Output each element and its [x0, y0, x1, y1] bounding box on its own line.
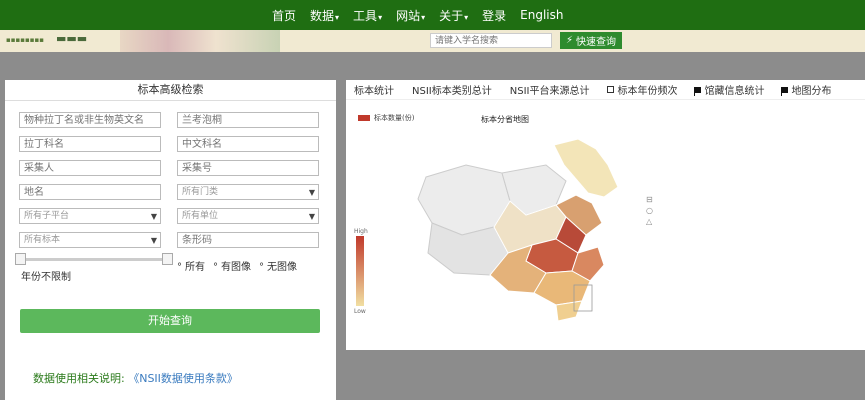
visual-map-scale[interactable]: High Low	[354, 228, 368, 315]
species-name-input[interactable]	[19, 112, 161, 128]
banner-image	[120, 30, 280, 52]
unit-select[interactable]: 所有单位	[177, 208, 319, 224]
tab-collection-stats[interactable]: 馆藏信息统计	[694, 82, 765, 97]
legend-label: 标本数量(份)	[374, 114, 415, 122]
stats-tabs: 标本统计 NSII标本类别总计 NSII平台来源总计 标本年份频次 馆藏信息统计…	[346, 80, 865, 100]
restore-icon[interactable]: ⊟	[646, 194, 653, 205]
sub-platform-select[interactable]: 所有子平台	[19, 208, 161, 224]
download-icon[interactable]: △	[646, 216, 653, 227]
collection-number-input[interactable]	[177, 160, 319, 176]
radio-has-image[interactable]: 有图像	[213, 258, 251, 273]
reference-input[interactable]	[177, 112, 319, 128]
advanced-search-panel: 标本高级检索 所有门类 所有子平台 所有单位 所有标本 年份不限制 所有 有图像…	[5, 80, 336, 400]
scale-low-label: Low	[354, 308, 366, 315]
province-region	[553, 138, 619, 198]
statistics-panel: 标本统计 NSII标本类别总计 NSII平台来源总计 标本年份频次 馆藏信息统计…	[346, 80, 865, 350]
tab-category-total[interactable]: NSII标本类别总计	[412, 82, 492, 97]
start-search-button[interactable]: 开始查询	[20, 309, 320, 333]
slider-max-handle[interactable]	[162, 253, 173, 265]
data-usage-note: 数据使用相关说明: 《NSII数据使用条款》	[33, 370, 238, 386]
image-filter-radios: 所有 有图像 无图像	[177, 258, 297, 273]
tab-specimen-stats[interactable]: 标本统计	[354, 82, 394, 97]
site-brand-icon: ▬▬▬	[56, 32, 88, 45]
map-toolbox: ⊟ ○ △	[646, 194, 653, 227]
scale-high-label: High	[354, 228, 368, 235]
tab-year-frequency[interactable]: 标本年份频次	[607, 82, 677, 97]
top-nav: 首页 数据 工具 网站 关于 登录 English	[0, 0, 865, 30]
map-title: 标本分省地图	[481, 115, 529, 124]
department-select[interactable]: 所有门类	[177, 184, 319, 200]
flag-icon	[781, 86, 789, 96]
nav-english[interactable]: English	[520, 8, 563, 22]
tab-label: 标本统计	[354, 86, 394, 97]
scale-gradient	[356, 236, 364, 306]
place-input[interactable]	[19, 184, 161, 200]
chinese-family-input[interactable]	[177, 136, 319, 152]
tab-label: NSII平台来源总计	[509, 86, 590, 97]
tab-platform-total[interactable]: NSII平台来源总计	[510, 82, 590, 97]
tab-label: NSII标本类别总计	[412, 86, 492, 97]
year-range-slider[interactable]	[15, 253, 173, 265]
quick-search-input[interactable]	[430, 33, 552, 48]
barcode-input[interactable]	[177, 232, 319, 248]
radio-no-image[interactable]: 无图像	[259, 258, 297, 273]
nav-login[interactable]: 登录	[482, 7, 506, 24]
lightning-icon: ⚡	[565, 35, 574, 46]
nav-home[interactable]: 首页	[272, 7, 296, 24]
legend-swatch	[358, 115, 370, 121]
year-range-label: 年份不限制	[21, 272, 71, 283]
slider-track	[21, 258, 167, 261]
nav-about[interactable]: 关于	[439, 7, 468, 24]
specimen-select[interactable]: 所有标本	[19, 232, 161, 248]
flag-icon	[694, 86, 702, 96]
map-legend[interactable]: 标本数量(份)	[358, 113, 414, 123]
site-logo-icon[interactable]: ▪▪▪▪▪▪▪▪	[6, 36, 44, 44]
advanced-search-title: 标本高级检索	[5, 80, 336, 101]
nav-tools[interactable]: 工具	[353, 7, 382, 24]
tab-map-distribution[interactable]: 地图分布	[781, 82, 832, 97]
nav-data[interactable]: 数据	[310, 7, 339, 24]
china-province-map[interactable]	[406, 135, 636, 330]
collector-input[interactable]	[19, 160, 161, 176]
tab-label: 标本年份频次	[617, 86, 678, 97]
latin-family-input[interactable]	[19, 136, 161, 152]
banner: ▪▪▪▪▪▪▪▪ ▬▬▬ ⚡ 快速查询	[0, 30, 865, 52]
zoom-icon[interactable]: ○	[646, 205, 653, 216]
tab-label: 地图分布	[791, 86, 832, 97]
quick-search-label: 快速查询	[576, 37, 617, 48]
slider-min-handle[interactable]	[15, 253, 26, 265]
calendar-icon	[607, 86, 615, 93]
terms-link[interactable]: 《NSII数据使用条款》	[128, 372, 238, 385]
quick-search-button[interactable]: ⚡ 快速查询	[560, 32, 622, 49]
nav-sites[interactable]: 网站	[396, 7, 425, 24]
tab-label: 馆藏信息统计	[704, 86, 765, 97]
nav-links: 首页 数据 工具 网站 关于 登录 English	[272, 0, 564, 30]
note-label: 数据使用相关说明:	[33, 372, 125, 385]
radio-all[interactable]: 所有	[177, 258, 205, 273]
